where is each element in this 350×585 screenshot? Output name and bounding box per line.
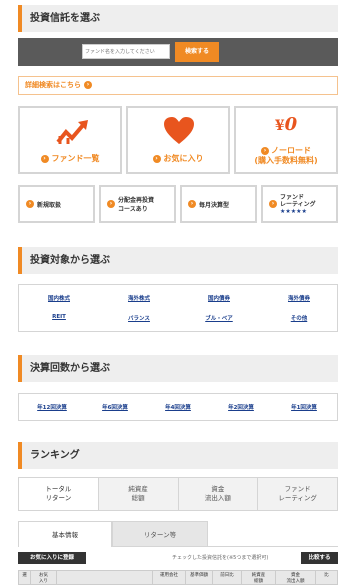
th-company: 運用会社 [153, 571, 186, 584]
settlement-link-12[interactable]: 年12回決算 [22, 403, 82, 411]
settlement-link-4[interactable]: 年4回決算 [148, 403, 208, 411]
tab-label: 純資産 [128, 485, 148, 493]
no-load-label: ノーロード [271, 146, 311, 155]
rating-label: ファンド [280, 193, 305, 201]
favorites-card[interactable]: › お気に入り [126, 106, 230, 174]
arrow-right-icon: › [40, 154, 49, 163]
monthly-label: 毎月決算型 [199, 201, 230, 209]
target-link-reit[interactable]: REIT [29, 314, 89, 320]
th-nav: 基準価額 [186, 571, 213, 584]
th-select: 選 [19, 571, 31, 584]
arrow-right-icon: › [261, 146, 269, 155]
tab-label: トータル [45, 485, 72, 493]
target-link-domestic-bond[interactable]: 国内債券 [189, 294, 249, 302]
tab-label: 資金 [211, 485, 225, 493]
tab-label: レーティング [278, 494, 317, 502]
monthly-settlement-card[interactable]: › 毎月決算型 [180, 185, 257, 223]
tab-label: 総額 [131, 494, 145, 502]
fund-search-input[interactable] [82, 44, 170, 59]
tab-fund-rating[interactable]: ファンド レーティング [258, 478, 337, 510]
th-favorite: お気 入り [31, 571, 57, 584]
target-link-foreign-stock[interactable]: 海外株式 [109, 294, 169, 302]
th-change: 前日比 [213, 571, 242, 584]
th-fund-flow: 資金 流出入額 [276, 571, 316, 584]
add-favorites-button[interactable]: お気に入りに登録 [18, 552, 86, 564]
th-compare: 比 [324, 573, 329, 578]
fund-rating-card[interactable]: › ファンド レーティング ★★★★★ [261, 185, 338, 223]
arrow-right-icon: › [152, 154, 161, 163]
arrow-right-icon: › [269, 200, 277, 208]
tab-returns[interactable]: リターン等 [112, 521, 208, 547]
compare-note: チェックした投資信託を(※5つまで選択可) [172, 555, 269, 561]
reinvest-sublabel: コースあり [118, 206, 148, 213]
tab-label: 流出入額 [204, 494, 231, 502]
section-header-select-fund: 投資信託を選ぶ [18, 5, 338, 32]
arrow-right-icon: › [107, 200, 115, 208]
chart-up-icon [56, 120, 88, 144]
heart-icon [164, 117, 194, 144]
compare-button[interactable]: 比較する [301, 552, 338, 564]
settlement-link-1[interactable]: 年1回決算 [274, 403, 334, 411]
sub-tab-underline [208, 546, 338, 547]
settlement-link-2[interactable]: 年2回決算 [211, 403, 271, 411]
search-button[interactable]: 検索する [175, 42, 219, 62]
settlement-link-box: 年12回決算 年6回決算 年4回決算 年2回決算 年1回決算 [18, 393, 338, 421]
target-link-balance[interactable]: バランス [109, 314, 169, 322]
section-header-by-target: 投資対象から選ぶ [18, 247, 338, 274]
advanced-search-label: 詳細検索はこちら [25, 81, 81, 89]
tab-label: リターン [45, 494, 72, 502]
advanced-search-link[interactable]: 詳細検索はこちら › [18, 76, 338, 95]
ranking-table-header: 選 お気 入り 運用会社 基準価額 前日比 純資産 総額 資金 流出入額 比 [18, 570, 338, 585]
section-header-ranking: ランキング [18, 442, 338, 469]
tab-fund-flow[interactable]: 資金 流出入額 [178, 478, 259, 510]
search-bar: 検索する [18, 38, 338, 66]
th-fund-name [57, 571, 153, 584]
tab-label: ファンド [284, 485, 311, 493]
th-net-assets: 純資産 総額 [242, 571, 276, 584]
yen-zero-icon: ¥0 [274, 114, 298, 135]
target-link-other[interactable]: その他 [269, 314, 329, 322]
target-link-domestic-stock[interactable]: 国内株式 [29, 294, 89, 302]
tab-basic-info[interactable]: 基本情報 [18, 521, 112, 547]
new-listing-label: 新規取扱 [37, 201, 62, 209]
no-load-card[interactable]: ¥0 › ノーロード (購入手数料無料) [234, 106, 338, 174]
settlement-link-6[interactable]: 年6回決算 [85, 403, 145, 411]
rating-sublabel: レーティング [280, 200, 316, 208]
tab-net-assets[interactable]: 純資産 総額 [98, 478, 179, 510]
target-link-foreign-bond[interactable]: 海外債券 [269, 294, 329, 302]
reinvest-label: 分配金再投資 [118, 197, 155, 204]
arrow-right-icon: › [26, 200, 34, 208]
tab-total-return[interactable]: トータル リターン [19, 478, 99, 510]
new-listing-card[interactable]: › 新規取扱 [18, 185, 95, 223]
section-header-by-settlement: 決算回数から選ぶ [18, 355, 338, 382]
rating-stars: ★★★★★ [280, 207, 307, 215]
fund-list-label: ファンド一覧 [51, 154, 100, 163]
arrow-right-icon: › [188, 200, 196, 208]
target-link-bull-bear[interactable]: ブル・ベア [189, 314, 249, 322]
ranking-tabs: トータル リターン 純資産 総額 資金 流出入額 ファンド レーティング [18, 477, 338, 511]
favorites-label: お気に入り [163, 154, 204, 163]
reinvest-course-card[interactable]: › 分配金再投資 コースあり [99, 185, 176, 223]
fund-list-card[interactable]: › ファンド一覧 [18, 106, 122, 174]
no-load-sublabel: (購入手数料無料) [254, 156, 318, 165]
target-link-box: 国内株式 海外株式 国内債券 海外債券 REIT バランス ブル・ベア その他 [18, 284, 338, 332]
arrow-right-icon: › [84, 81, 92, 89]
